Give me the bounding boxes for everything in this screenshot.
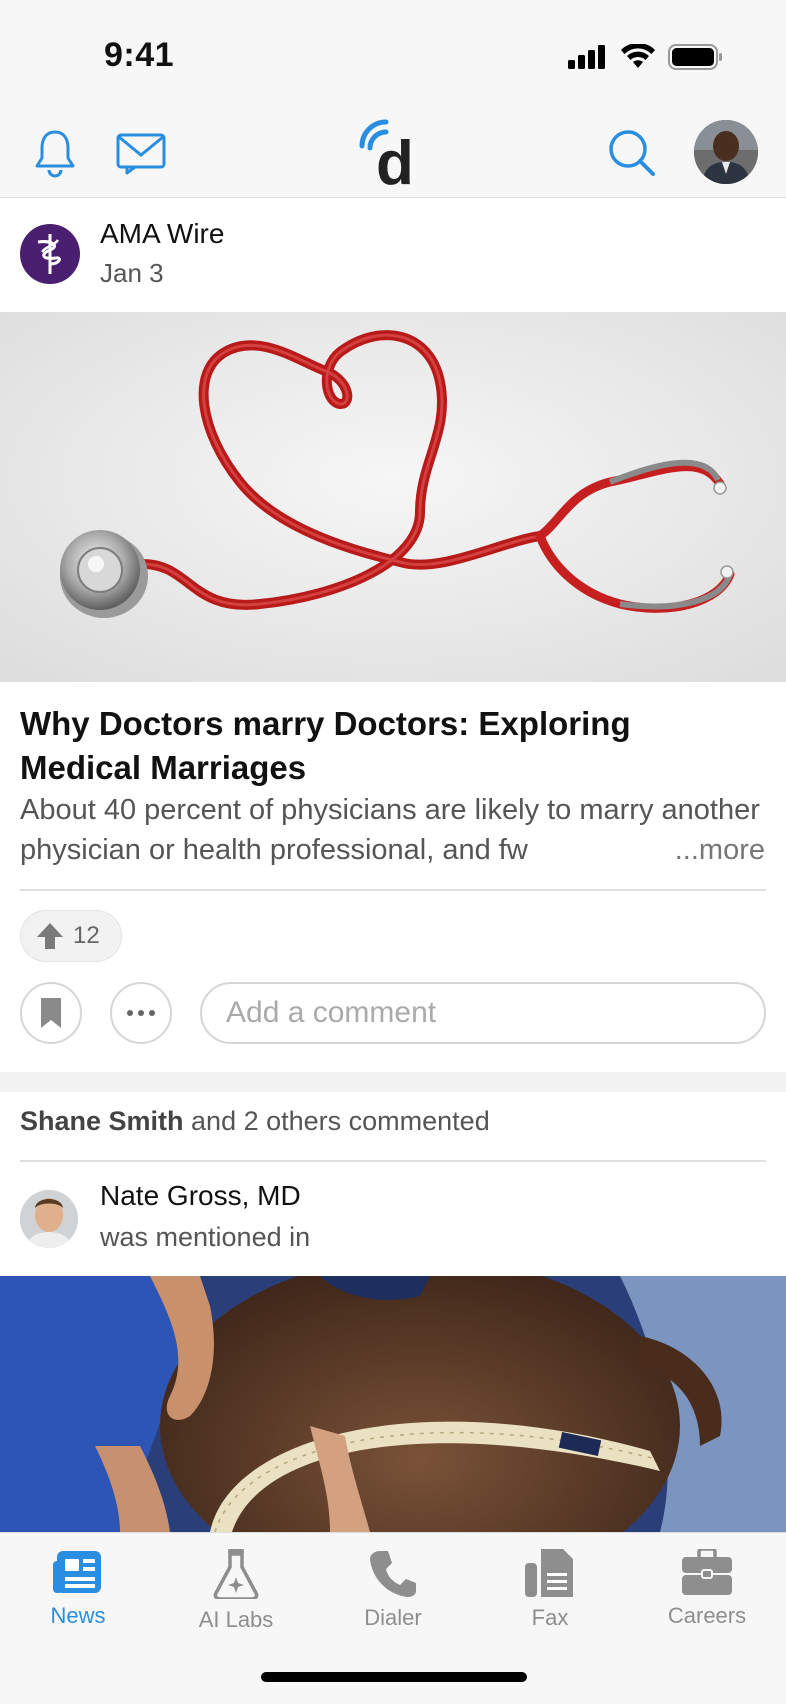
tab-ai-labs[interactable]: AI Labs: [176, 1549, 296, 1633]
mention-photo: [20, 1190, 78, 1248]
home-indicator[interactable]: [261, 1672, 527, 1682]
section-separator: [0, 1072, 786, 1092]
fax-icon: [525, 1549, 573, 1597]
tab-label-dialer: Dialer: [364, 1605, 422, 1630]
source-avatar[interactable]: [20, 224, 80, 284]
bookmark-button[interactable]: [20, 982, 82, 1044]
post-date: Jan 3: [100, 258, 164, 288]
status-bar: 9:41: [0, 0, 786, 108]
cellular-signal-icon: [568, 45, 605, 69]
doximity-logo-icon: d: [359, 119, 414, 190]
tab-label-fax: Fax: [531, 1605, 569, 1630]
divider: [20, 889, 766, 891]
more-link[interactable]: ...more: [634, 830, 765, 870]
tab-label-careers: Careers: [667, 1603, 747, 1628]
status-icons: [568, 44, 724, 70]
notifications-button[interactable]: [30, 126, 80, 180]
profile-avatar[interactable]: [694, 120, 758, 184]
tab-news[interactable]: News: [18, 1549, 138, 1629]
tab-label-news: News: [50, 1603, 106, 1628]
ama-logo-icon: [37, 234, 61, 274]
commented-text: and 2 others commented: [183, 1106, 490, 1136]
bookmark-icon: [41, 998, 61, 1028]
commenter-name[interactable]: Shane Smith: [20, 1106, 184, 1136]
profile-photo: [694, 120, 758, 184]
doximity-logo[interactable]: d: [356, 116, 436, 190]
tab-bar: News AI Labs Dialer Fax Careers: [0, 1532, 786, 1704]
messages-button[interactable]: [114, 128, 168, 178]
bell-icon: [35, 130, 75, 178]
article-image-2[interactable]: [0, 1276, 786, 1532]
search-icon: [609, 130, 655, 176]
envelope-icon: [116, 133, 166, 175]
upvote-count: 12: [73, 922, 100, 949]
post-source-name[interactable]: AMA Wire: [100, 218, 224, 250]
more-options-button[interactable]: [110, 982, 172, 1044]
article-title[interactable]: Why Doctors marry Doctors: Exploring Med…: [20, 702, 760, 790]
flask-icon: [213, 1549, 259, 1599]
newspaper-icon: [53, 1551, 101, 1593]
ellipsis-icon: [127, 1010, 155, 1016]
mention-name[interactable]: Nate Gross, MD: [100, 1180, 301, 1212]
activity-summary[interactable]: Shane Smith and 2 others commented: [20, 1106, 490, 1137]
post-header[interactable]: AMA Wire Jan 3: [0, 198, 786, 312]
mention-avatar[interactable]: [20, 1190, 78, 1248]
stethoscope-heart-image: [0, 312, 786, 682]
arrow-up-icon: [37, 923, 63, 949]
tab-fax[interactable]: Fax: [490, 1549, 610, 1631]
battery-icon: [668, 44, 722, 70]
pregnancy-measurement-image: [0, 1276, 786, 1532]
wifi-icon: [621, 44, 655, 68]
tab-careers[interactable]: Careers: [647, 1549, 767, 1629]
comment-placeholder: Add a comment: [226, 996, 437, 1029]
tab-label-ai-labs: AI Labs: [198, 1607, 274, 1632]
comment-input[interactable]: Add a comment: [200, 982, 766, 1044]
logo-letter: d: [376, 129, 414, 190]
tab-dialer[interactable]: Dialer: [333, 1549, 453, 1631]
mention-text: was mentioned in: [100, 1222, 311, 1252]
upvote-button[interactable]: 12: [20, 910, 122, 962]
search-button[interactable]: [606, 126, 658, 180]
article-image[interactable]: [0, 312, 786, 682]
phone-icon: [370, 1551, 416, 1597]
top-nav: d: [0, 108, 786, 198]
divider: [20, 1160, 766, 1162]
status-time: 9:41: [104, 36, 175, 74]
article-excerpt[interactable]: About 40 percent of physicians are likel…: [20, 790, 765, 870]
briefcase-icon: [682, 1549, 732, 1595]
